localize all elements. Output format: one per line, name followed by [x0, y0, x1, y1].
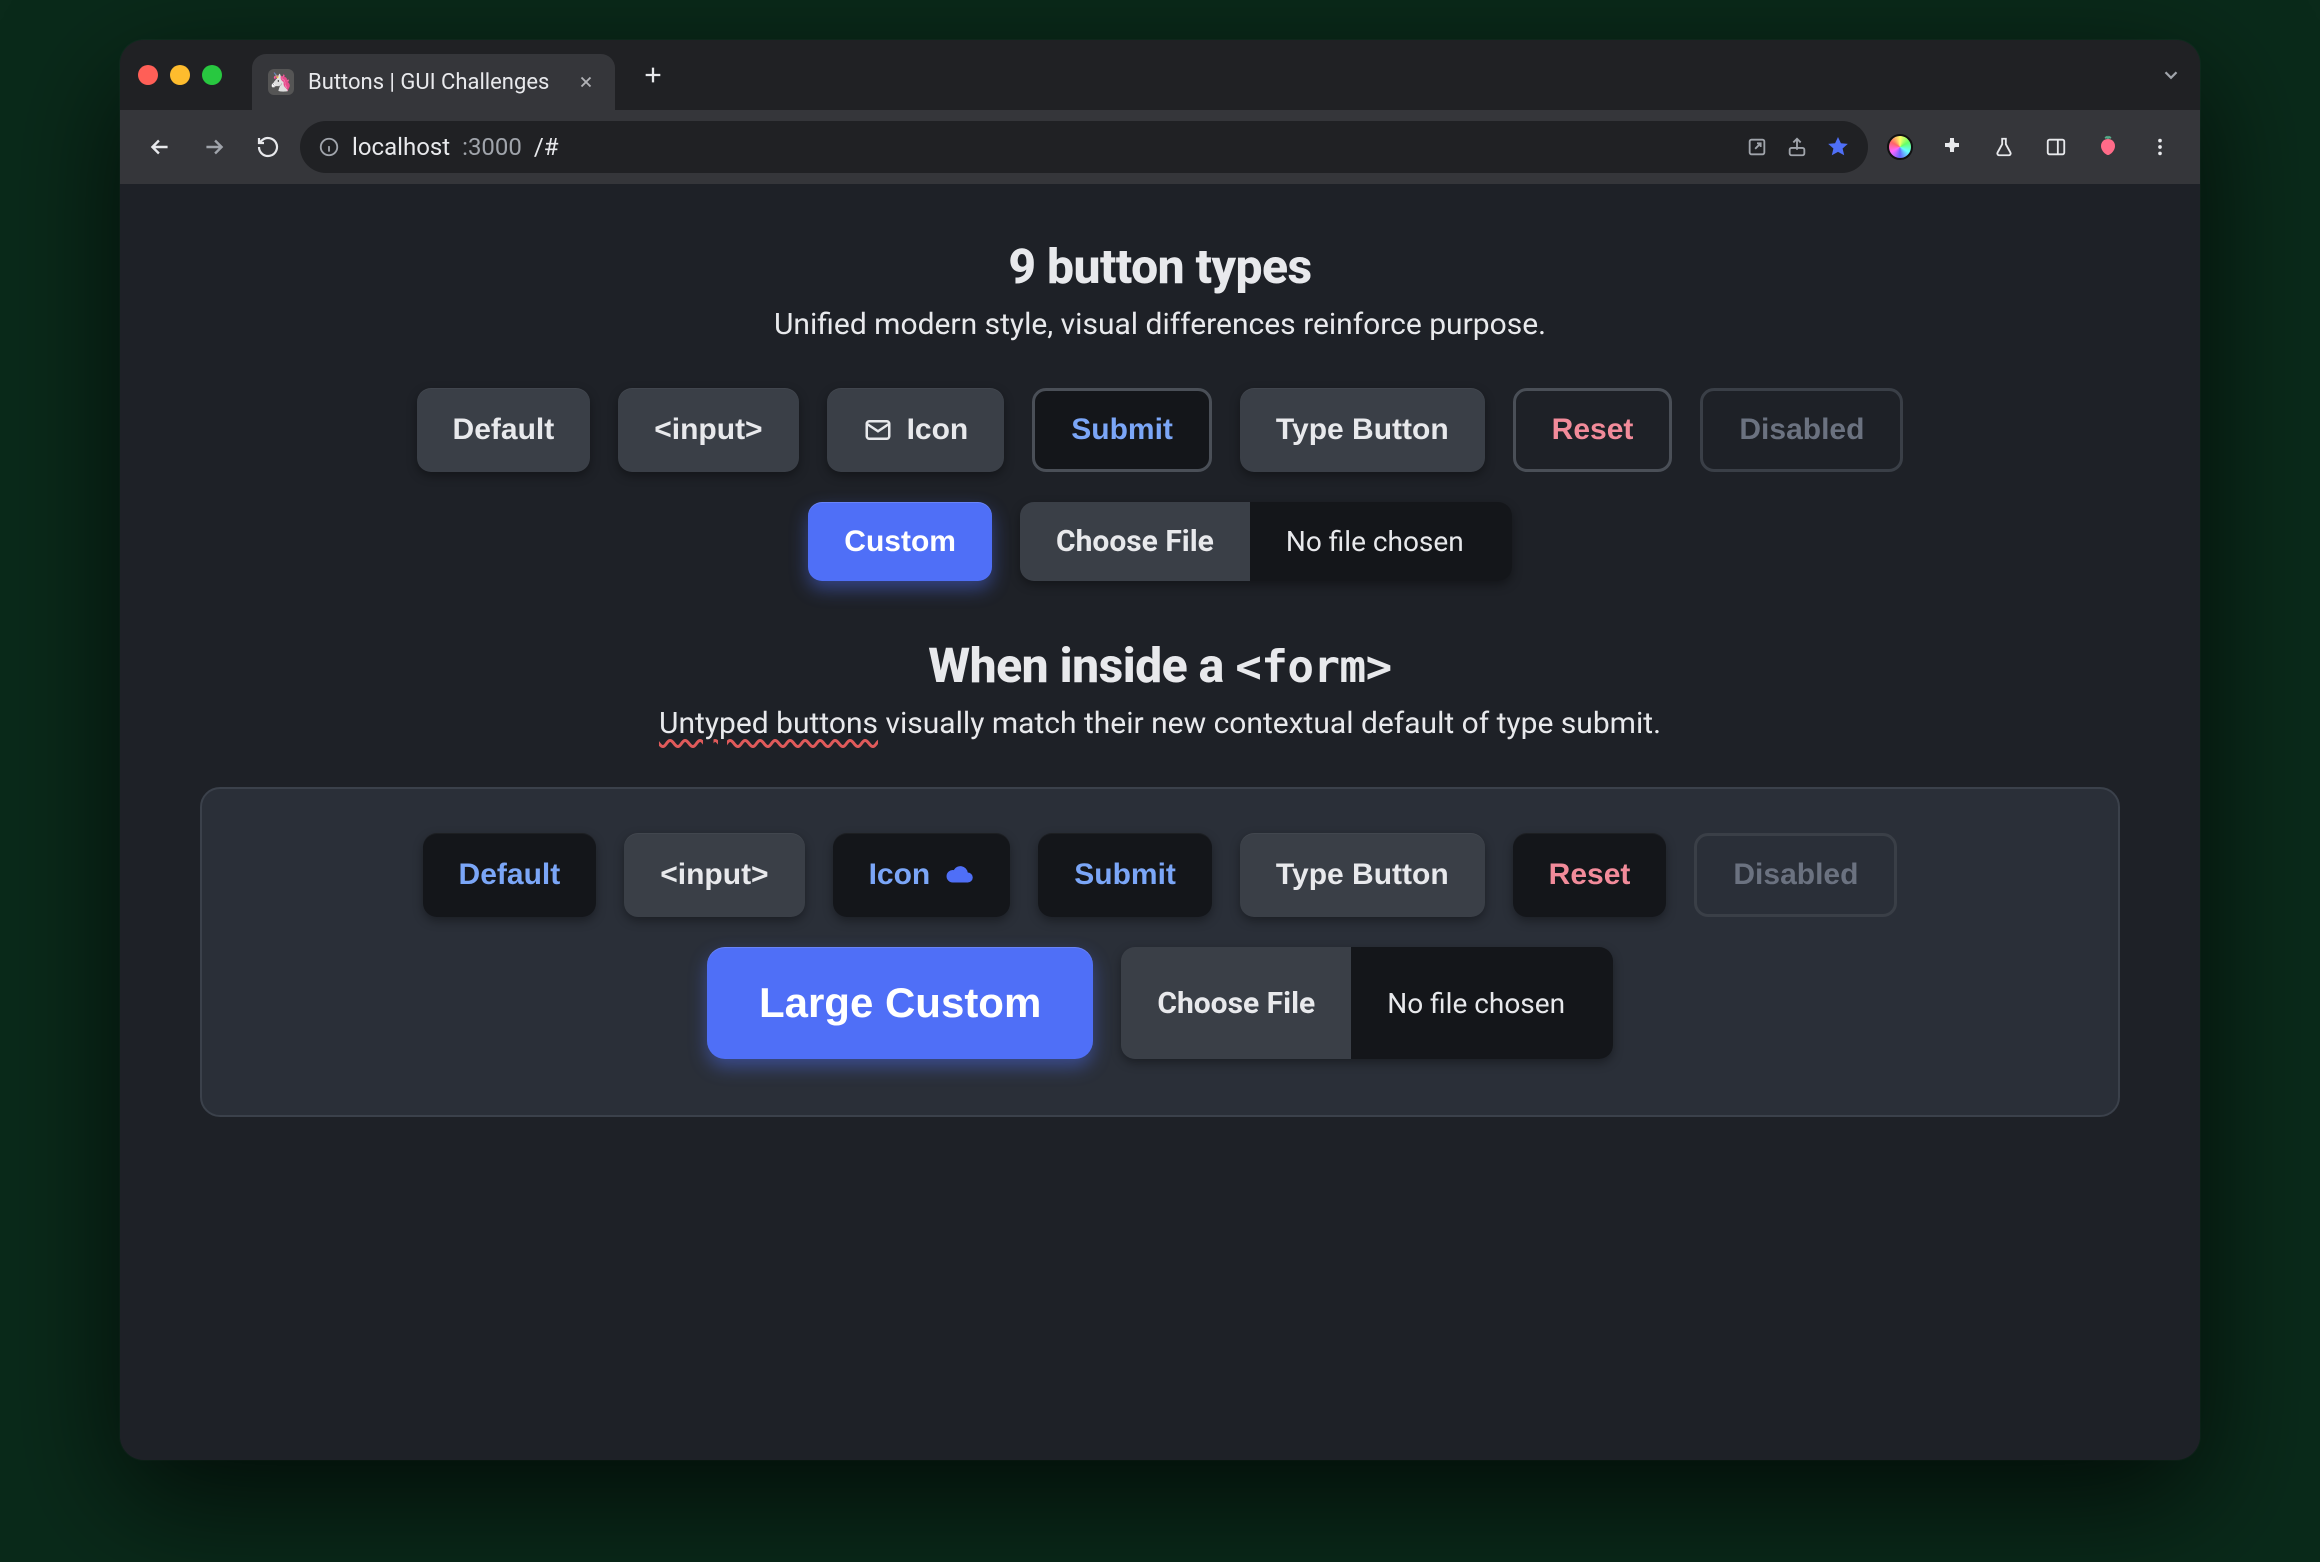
section1-subtitle: Unified modern style, visual differences… — [180, 307, 2140, 342]
tabs-dropdown-icon[interactable] — [2160, 64, 2200, 86]
form-input-button[interactable]: <input> — [624, 833, 804, 917]
extension-flask-icon[interactable] — [1982, 125, 2026, 169]
cloud-icon — [944, 860, 974, 890]
section2-subtitle-wavy: Untyped buttons — [659, 706, 878, 741]
form-disabled-button: Disabled — [1694, 833, 1897, 917]
form-type-button[interactable]: Type Button — [1240, 833, 1485, 917]
url-port: :3000 — [462, 133, 522, 161]
section2-subtitle: Untyped buttons visually match their new… — [180, 706, 2140, 741]
input-button[interactable]: <input> — [618, 388, 798, 472]
nav-reload-button[interactable] — [246, 125, 290, 169]
extensions-area — [1878, 125, 2182, 169]
section1-row1: Default <input> Icon Submit Type Button … — [180, 388, 2140, 472]
url-path: /# — [534, 133, 559, 161]
close-window-button[interactable] — [138, 65, 158, 85]
extension-colorwheel-icon[interactable] — [1878, 125, 1922, 169]
file-chosen-label: No file chosen — [1250, 502, 1512, 581]
extensions-menu-icon[interactable] — [1930, 125, 1974, 169]
disabled-button: Disabled — [1700, 388, 1903, 472]
envelope-icon — [863, 415, 893, 445]
profile-avatar-icon[interactable] — [2086, 125, 2130, 169]
browser-window: 🦄 Buttons | GUI Challenges — [120, 40, 2200, 1460]
bookmark-star-icon[interactable] — [1826, 135, 1850, 159]
section2-title-code: <form> — [1235, 642, 1392, 693]
section2-title-prefix: When inside a — [928, 637, 1235, 694]
form-file-chosen-label: No file chosen — [1351, 947, 1613, 1059]
browser-tab[interactable]: 🦄 Buttons | GUI Challenges — [252, 54, 615, 110]
form-submit-button[interactable]: Submit — [1038, 833, 1212, 917]
reset-button[interactable]: Reset — [1513, 388, 1673, 472]
maximize-window-button[interactable] — [202, 65, 222, 85]
extension-panel-icon[interactable] — [2034, 125, 2078, 169]
form-icon-button-label: Icon — [869, 858, 931, 892]
page-content: 9 button types Unified modern style, vis… — [120, 184, 2200, 1460]
close-tab-icon[interactable] — [577, 73, 595, 91]
section1-row2: Custom Choose File No file chosen — [180, 502, 2140, 581]
choose-file-button[interactable]: Choose File — [1020, 502, 1250, 581]
form-choose-file-button[interactable]: Choose File — [1121, 947, 1351, 1059]
form-file-input[interactable]: Choose File No file chosen — [1121, 947, 1613, 1059]
section2-row1: Default <input> Icon Submit Type Button … — [254, 833, 2066, 917]
nav-forward-button[interactable] — [192, 125, 236, 169]
section1-title: 9 button types — [180, 238, 2140, 295]
default-button[interactable]: Default — [417, 388, 591, 472]
section-inside-form: When inside a <form> Untyped buttons vis… — [180, 637, 2140, 1117]
tab-strip: 🦄 Buttons | GUI Challenges — [120, 40, 2200, 110]
tab-favicon: 🦄 — [268, 69, 294, 95]
share-icon[interactable] — [1786, 136, 1808, 158]
submit-button[interactable]: Submit — [1032, 388, 1212, 472]
nav-back-button[interactable] — [138, 125, 182, 169]
section2-row2: Large Custom Choose File No file chosen — [254, 947, 2066, 1059]
window-controls — [138, 65, 222, 85]
form-card: Default <input> Icon Submit Type Button … — [200, 787, 2120, 1117]
section2-subtitle-rest: visually match their new contextual defa… — [878, 706, 1661, 741]
address-bar[interactable]: localhost :3000 /# — [300, 121, 1868, 173]
browser-menu-icon[interactable] — [2138, 125, 2182, 169]
url-host: localhost — [352, 133, 450, 161]
form-default-button[interactable]: Default — [423, 833, 597, 917]
file-input[interactable]: Choose File No file chosen — [1020, 502, 1512, 581]
form-icon-button[interactable]: Icon — [833, 833, 1011, 917]
site-info-icon[interactable] — [318, 136, 340, 158]
large-custom-button[interactable]: Large Custom — [707, 947, 1093, 1059]
type-button[interactable]: Type Button — [1240, 388, 1485, 472]
minimize-window-button[interactable] — [170, 65, 190, 85]
section2-title: When inside a <form> — [180, 637, 2140, 694]
tab-title: Buttons | GUI Challenges — [308, 70, 549, 95]
custom-button[interactable]: Custom — [808, 502, 992, 581]
section-button-types: 9 button types Unified modern style, vis… — [180, 238, 2140, 581]
form-reset-button[interactable]: Reset — [1513, 833, 1667, 917]
icon-button[interactable]: Icon — [827, 388, 1005, 472]
icon-button-label: Icon — [907, 413, 969, 447]
new-tab-button[interactable] — [629, 51, 677, 99]
browser-toolbar: localhost :3000 /# — [120, 110, 2200, 184]
open-external-icon[interactable] — [1746, 136, 1768, 158]
